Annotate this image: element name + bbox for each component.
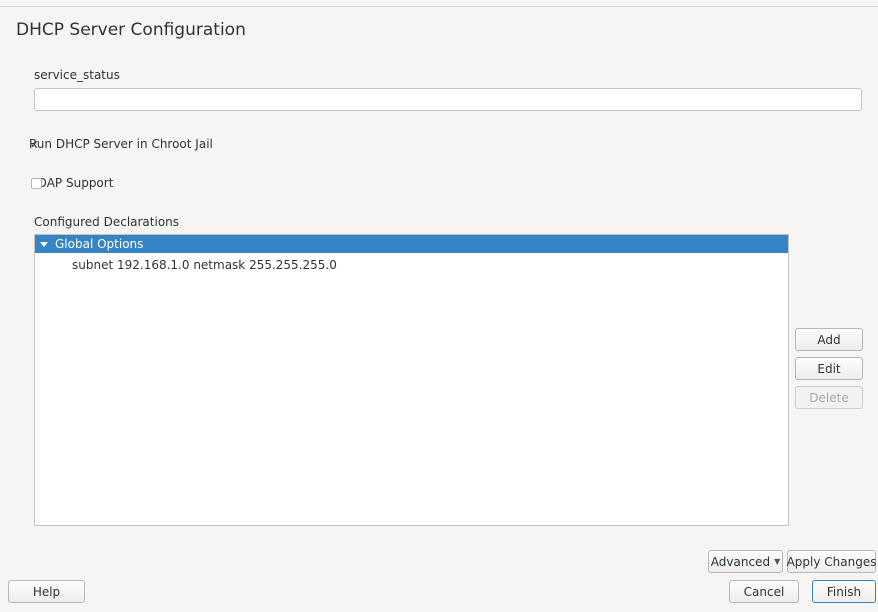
expand-arrow-icon[interactable] xyxy=(40,241,48,247)
apply-changes-button[interactable]: Apply Changes xyxy=(787,550,876,573)
service-status-label: service_status xyxy=(34,68,120,82)
chroot-checkbox[interactable]: ✓ xyxy=(29,139,40,150)
edit-button[interactable]: Edit xyxy=(795,357,863,380)
tree-item-label: Global Options xyxy=(55,237,144,251)
configured-declarations-label: Configured Declarations xyxy=(34,215,180,229)
ldap-label: LDAP Support xyxy=(31,176,114,190)
ldap-checkbox[interactable] xyxy=(31,177,42,189)
service-status-field[interactable] xyxy=(34,88,862,111)
help-button[interactable]: Help xyxy=(8,580,85,603)
tree-item-global-options[interactable]: Global Options xyxy=(35,235,788,253)
cancel-button[interactable]: Cancel xyxy=(729,580,799,603)
delete-button[interactable]: Delete xyxy=(795,386,863,409)
chroot-checkbox-row[interactable]: ✓ Run DHCP Server in Chroot Jail xyxy=(29,137,213,151)
declarations-tree[interactable]: Global Options subnet 192.168.1.0 netmas… xyxy=(34,234,789,526)
advanced-label: Advanced xyxy=(710,554,771,569)
window-top-border xyxy=(0,6,878,7)
tree-item-subnet[interactable]: subnet 192.168.1.0 netmask 255.255.255.0 xyxy=(72,258,337,272)
chroot-label: Run DHCP Server in Chroot Jail xyxy=(29,137,213,151)
add-button[interactable]: Add xyxy=(795,328,863,351)
advanced-button[interactable]: Advanced ▼ xyxy=(708,550,783,573)
ldap-checkbox-row[interactable]: LDAP Support xyxy=(31,176,113,190)
page-title: DHCP Server Configuration xyxy=(16,20,246,40)
dropdown-caret-icon: ▼ xyxy=(774,557,781,566)
finish-button[interactable]: Finish xyxy=(812,580,876,603)
